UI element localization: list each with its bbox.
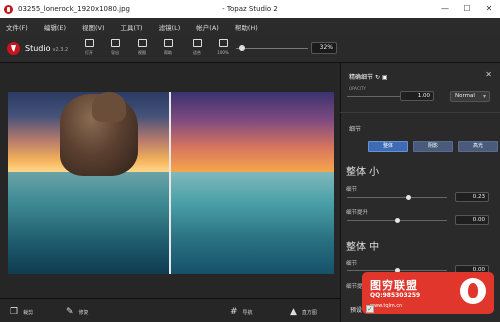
brand-name: Studio (25, 44, 51, 53)
brush-icon: ✎ (66, 307, 74, 317)
app-icon (4, 4, 13, 14)
bottom-toolbar: ❐ 裁剪 ✎ 修复 # 导航 ▲ 直方图 (0, 298, 340, 322)
zoom-100-label: 100% (217, 50, 229, 55)
small-detail-handle[interactable] (406, 195, 411, 200)
rock-top (92, 92, 126, 122)
maximize-button[interactable]: ☐ (456, 0, 478, 18)
opacity-slider-track[interactable] (347, 96, 403, 97)
panel-close-icon[interactable]: ✕ (485, 70, 492, 79)
menu-account[interactable]: 帐户(A) (196, 22, 219, 32)
export-button[interactable]: 导出 (104, 39, 126, 56)
small-boost-handle[interactable] (395, 218, 400, 223)
open-label: 打开 (85, 50, 93, 55)
panel-header: 精确细节 ↻ ▣ (349, 72, 388, 81)
menu-filters[interactable]: 滤镜(L) (159, 22, 181, 32)
brand-version: v2.3.2 (52, 47, 69, 53)
before-after-divider[interactable] (169, 92, 171, 274)
fit-icon (192, 39, 202, 47)
zoom-slider-track[interactable] (236, 48, 308, 49)
panel-separator (340, 112, 500, 113)
window-title-bar: 03255_lonerock_1920x1080.jpg - Topaz Stu… (0, 0, 500, 18)
crop-label: 裁剪 (23, 309, 34, 316)
help-label: 帮助 (164, 50, 172, 55)
navigate-label: 导航 (242, 309, 253, 316)
overall-medium-heading: 整体 中 (346, 242, 380, 253)
histogram-button[interactable]: ▲ 直方图 (290, 307, 317, 317)
fit-label: 适合 (193, 50, 201, 55)
fit-button[interactable]: 适合 (186, 39, 208, 56)
zoom-value-field[interactable]: 32% (311, 42, 337, 54)
overall-small-heading: 整体 小 (346, 167, 380, 178)
brand-label: Studio v2.3.2 (25, 44, 68, 53)
menu-file[interactable]: 文件(F) (6, 22, 28, 32)
sea-after (170, 172, 334, 274)
sky-after (170, 92, 334, 172)
crop-button[interactable]: ❐ 裁剪 (10, 307, 33, 317)
mode-overall[interactable]: 整体 (368, 141, 408, 152)
mode-shadows[interactable]: 阴影 (413, 141, 453, 152)
flame-icon (460, 278, 486, 304)
opacity-label: OPACITY (349, 86, 366, 91)
blend-mode-select[interactable]: Normal (450, 91, 490, 102)
view-label: 视图 (138, 50, 146, 55)
opacity-value-field[interactable]: 1.00 (400, 91, 434, 101)
topaz-logo-icon (7, 42, 20, 55)
small-detail-track[interactable] (347, 197, 447, 198)
save-icon[interactable]: ▣ (382, 74, 388, 81)
menu-edit[interactable]: 编辑(E) (44, 22, 66, 32)
watermark-qq: QQ:985303259 (370, 292, 421, 299)
help-button[interactable]: 帮助 (157, 39, 179, 56)
small-boost-value[interactable]: 0.00 (455, 215, 489, 225)
minimize-button[interactable]: — (434, 0, 456, 18)
watermark-logo: 图穷联盟 QQ:985303259 www.tqlm.cn (362, 272, 494, 314)
panel-title: 精确细节 (349, 74, 374, 81)
open-button[interactable]: 打开 (78, 39, 100, 56)
watermark-site: www.tqlm.cn (370, 303, 403, 309)
window-filename: 03255_lonerock_1920x1080.jpg (18, 5, 130, 13)
grid-icon: # (230, 307, 238, 317)
small-detail-value[interactable]: 0.23 (455, 192, 489, 202)
split-view-icon (137, 39, 147, 47)
medium-detail-label: 细节 (346, 261, 358, 267)
menu-help[interactable]: 帮助(H) (235, 22, 258, 32)
image-icon (163, 39, 173, 47)
checkbox-icon[interactable]: ✓ (366, 305, 374, 313)
export-label: 导出 (111, 50, 119, 55)
zoom-slider-handle[interactable] (239, 45, 245, 51)
navigate-button[interactable]: # 导航 (230, 307, 253, 317)
presets-tab[interactable]: 预设 (350, 305, 362, 314)
repair-button[interactable]: ✎ 修复 (66, 307, 89, 317)
histogram-icon: ▲ (290, 307, 297, 317)
folder-icon (84, 39, 94, 47)
menu-tools[interactable]: 工具(T) (121, 22, 143, 32)
export-icon (110, 39, 120, 47)
detail-mode-tabs: 整体 阴影 高光 (368, 141, 498, 152)
expand-icon (218, 39, 228, 47)
main-toolbar: Studiov2.3.2 打开 导出 视图 帮助 适合 100% ↶撤消 ↷重做… (0, 35, 500, 89)
crop-icon: ❐ (10, 307, 19, 317)
histogram-label: 直方图 (301, 309, 317, 316)
small-boost-label: 细节提升 (346, 210, 369, 216)
menu-bar: 文件(F) 编辑(E) 视图(V) 工具(T) 滤镜(L) 帐户(A) 帮助(H… (0, 18, 500, 35)
window-separator: - (222, 5, 225, 13)
window-app-title: Topaz Studio 2 (226, 5, 278, 13)
mode-highlights[interactable]: 高光 (458, 141, 498, 152)
details-section-title: 细节 (349, 126, 362, 133)
zoom-100-button[interactable]: 100% (212, 39, 234, 55)
close-window-button[interactable]: ✕ (478, 0, 500, 18)
menu-view[interactable]: 视图(V) (82, 22, 105, 32)
small-detail-label: 细节 (346, 187, 358, 193)
repair-label: 修复 (78, 309, 89, 316)
photo-preview[interactable] (8, 92, 334, 274)
reset-icon[interactable]: ↻ (375, 74, 380, 81)
watermark-name: 图穷联盟 (370, 279, 418, 292)
view-button[interactable]: 视图 (131, 39, 153, 56)
